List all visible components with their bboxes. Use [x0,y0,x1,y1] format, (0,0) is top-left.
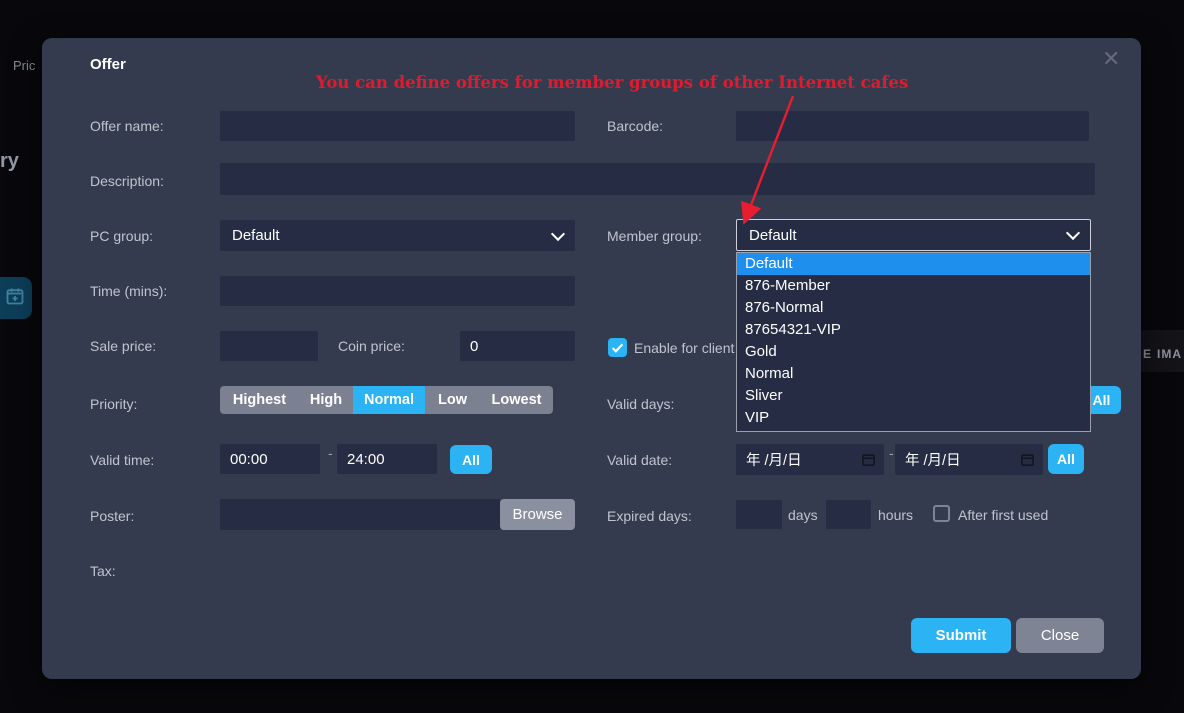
after-first-used-checkbox[interactable] [933,505,950,522]
priority-highest-button[interactable]: Highest [220,386,299,414]
priority-high-button[interactable]: High [299,386,353,414]
calendar-icon[interactable] [1020,452,1035,467]
calendar-icon[interactable] [861,452,876,467]
enable-for-client-label: Enable for client [634,340,744,356]
pc-group-label: PC group: [90,228,153,244]
valid-time-to-input[interactable] [337,444,437,474]
member-group-label: Member group: [607,228,702,244]
time-mins-input[interactable] [220,276,575,306]
dropdown-option-876-member[interactable]: 876-Member [737,275,1090,297]
priority-label: Priority: [90,396,137,412]
description-input[interactable] [220,163,1095,195]
valid-date-all-button[interactable]: All [1048,444,1084,474]
valid-date-to-input[interactable]: 年 /月/日 [895,444,1043,475]
expired-days-label: Expired days: [607,508,692,524]
barcode-input[interactable] [736,111,1089,141]
sale-price-input[interactable] [220,331,318,361]
coin-price-input[interactable] [460,331,575,361]
offer-name-label: Offer name: [90,118,164,134]
after-first-used-label: After first used [958,507,1048,523]
priority-low-button[interactable]: Low [425,386,480,414]
pc-group-value: Default [232,227,280,244]
background-nav-item-fragment: Pric [13,58,35,73]
chevron-down-icon [551,226,565,240]
date-placeholder: 年 /月/日 [905,449,961,470]
browse-button[interactable]: Browse [500,499,575,530]
priority-segmented-control: Highest High Normal Low Lowest [220,386,553,414]
submit-button[interactable]: Submit [911,618,1011,653]
pc-group-select[interactable]: Default [220,220,575,251]
dialog-title: Offer [90,56,126,73]
enable-for-client-checkbox[interactable] [608,338,627,357]
dropdown-option-default[interactable]: Default [737,253,1090,275]
days-unit-label: days [788,507,818,523]
dropdown-option-normal[interactable]: Normal [737,363,1090,385]
dropdown-option-87654321-vip[interactable]: 87654321-VIP [737,319,1090,341]
poster-label: Poster: [90,508,134,524]
dropdown-option-sliver[interactable]: Sliver [737,385,1090,407]
sale-price-label: Sale price: [90,338,156,354]
hours-unit-label: hours [878,507,913,523]
background-page-title-fragment: ry [0,150,19,173]
member-group-select[interactable]: Default [736,219,1091,251]
check-icon [611,341,624,354]
valid-time-from-input[interactable] [220,444,320,474]
calendar-plus-button [0,277,32,319]
time-mins-label: Time (mins): [90,283,167,299]
range-dash: - [889,445,894,461]
priority-lowest-button[interactable]: Lowest [480,386,553,414]
date-placeholder: 年 /月/日 [746,449,802,470]
expired-hours-input[interactable] [826,500,871,529]
member-group-value: Default [749,227,797,244]
calendar-plus-icon [5,286,25,311]
offer-name-input[interactable] [220,111,575,141]
member-group-dropdown: Default 876-Member 876-Normal 87654321-V… [736,252,1091,432]
chevron-down-icon [1066,226,1080,240]
barcode-label: Barcode: [607,118,663,134]
dropdown-option-876-normal[interactable]: 876-Normal [737,297,1090,319]
background-col-header-fragment: E [1143,347,1152,361]
offer-dialog: Offer ✕ You can define offers for member… [42,38,1141,679]
description-label: Description: [90,173,164,189]
background-col-header-ima: IMA [1157,347,1182,361]
poster-input[interactable] [220,499,500,530]
valid-time-all-button[interactable]: All [450,445,492,474]
tax-label: Tax: [90,563,116,579]
close-button[interactable]: Close [1016,618,1104,653]
priority-normal-button[interactable]: Normal [353,386,425,414]
range-dash: - [328,445,333,461]
annotation-text: You can define offers for member groups … [316,73,908,92]
valid-date-label: Valid date: [607,452,672,468]
valid-time-label: Valid time: [90,452,154,468]
coin-price-label: Coin price: [338,338,405,354]
close-icon[interactable]: ✕ [1102,49,1120,69]
dropdown-option-vip[interactable]: VIP [737,407,1090,429]
valid-days-label: Valid days: [607,396,674,412]
valid-date-from-input[interactable]: 年 /月/日 [736,444,884,475]
dropdown-option-gold[interactable]: Gold [737,341,1090,363]
expired-days-input[interactable] [736,500,782,529]
